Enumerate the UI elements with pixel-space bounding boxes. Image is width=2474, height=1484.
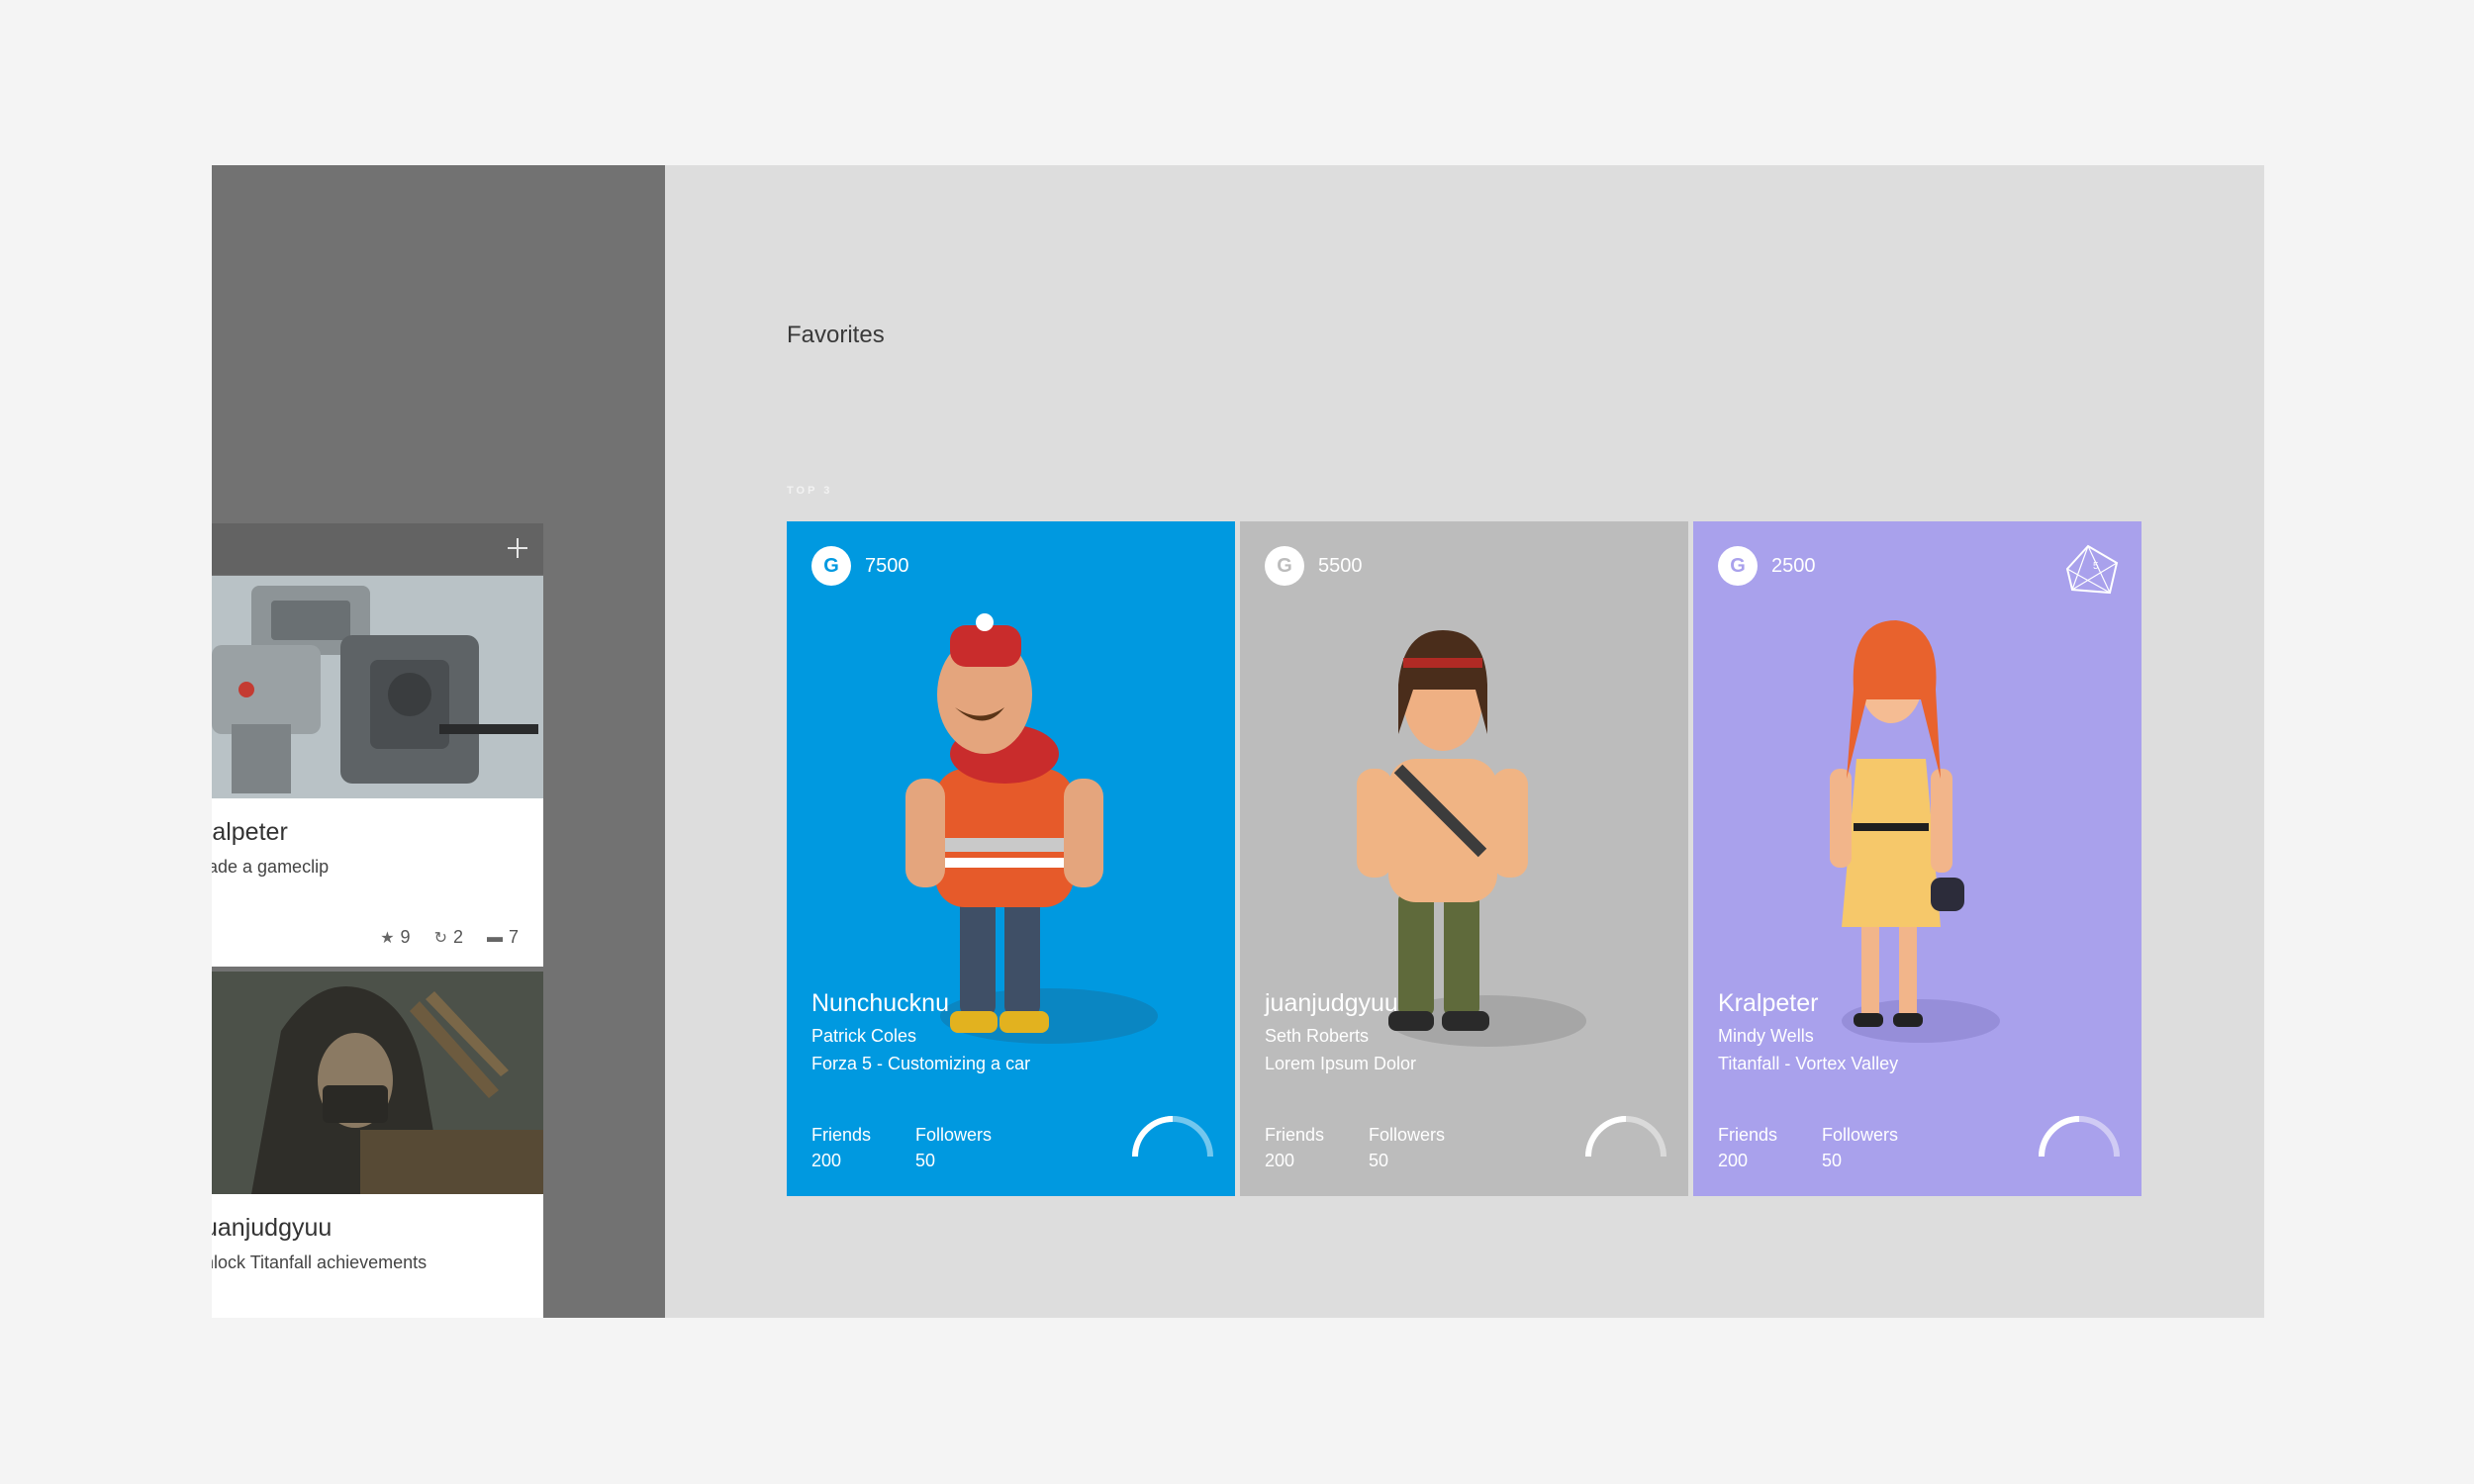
share-stat[interactable]: ↻ 2 xyxy=(434,927,463,948)
real-name: Seth Roberts xyxy=(1265,1026,1370,1046)
achievement-thumbnail[interactable] xyxy=(212,972,543,1194)
comment-stat[interactable]: ▬ 7 xyxy=(487,927,519,948)
followers-count: 50 xyxy=(1369,1151,1389,1170)
feed-header xyxy=(212,523,543,575)
gamertag[interactable]: Kralpeter xyxy=(1718,989,1818,1018)
gamerscore-value: 5500 xyxy=(1318,555,1363,577)
friends-count: 200 xyxy=(1718,1151,1749,1170)
comment-icon: ▬ xyxy=(486,928,503,946)
gamerscore-badge: G xyxy=(1718,546,1758,586)
feed-item-stats: ★ 9 ↻ 2 ▬ 7 xyxy=(380,927,519,948)
gamerscore-badge: G xyxy=(811,546,851,586)
feed-item[interactable]: uanjudgyuu nlock Titanfall achievements xyxy=(212,972,543,1318)
emblem-text: 5 xyxy=(2093,561,2099,572)
progress-arc xyxy=(2039,1116,2120,1158)
friends-label: Friends xyxy=(1718,1125,1778,1145)
followers-label: Followers xyxy=(1369,1125,1446,1145)
gamerscore-value: 7500 xyxy=(865,555,909,577)
gamerscore-badge: G xyxy=(1265,546,1304,586)
friends-label: Friends xyxy=(1265,1125,1325,1145)
like-count: 9 xyxy=(400,927,411,947)
gamertag[interactable]: juanjudgyuu xyxy=(1265,989,1398,1018)
current-activity: Titanfall - Vortex Valley xyxy=(1718,1054,1899,1073)
page-title: Favorites xyxy=(787,322,885,348)
gameclip-thumbnail[interactable] xyxy=(212,576,543,798)
plus-icon[interactable] xyxy=(506,536,529,560)
gamerscore-value: 2500 xyxy=(1771,555,1816,577)
section-label: TOP 3 xyxy=(787,485,833,497)
avatar-figure xyxy=(905,613,1158,1044)
current-activity: Lorem Ipsum Dolor xyxy=(1265,1054,1417,1073)
followers-label: Followers xyxy=(915,1125,993,1145)
favorite-card[interactable]: G 7500 Nunchucknu Patrick Coles Forza 5 … xyxy=(787,521,1235,1196)
feed-item-title[interactable]: uanjudgyuu xyxy=(212,1214,332,1243)
faceted-gem-icon: 5 xyxy=(2065,544,2119,595)
favorite-card[interactable]: G 2500 5 Kralpeter Mindy Wells Titanfall… xyxy=(1693,521,2141,1196)
app-frame: ralpeter lade a gameclip ★ 9 ↻ 2 ▬ 7 uan… xyxy=(212,165,2264,1318)
progress-arc xyxy=(1585,1116,1666,1158)
followers-label: Followers xyxy=(1822,1125,1899,1145)
friends-label: Friends xyxy=(811,1125,872,1145)
gamertag[interactable]: Nunchucknu xyxy=(811,989,949,1018)
share-count: 2 xyxy=(452,927,463,947)
feed-item-subtitle: lade a gameclip xyxy=(212,857,330,877)
favorite-card[interactable]: G 5500 juanjudgyuu Seth Roberts Lorem Ip… xyxy=(1240,521,1688,1196)
avatar-figure xyxy=(1357,630,1586,1047)
followers-count: 50 xyxy=(1822,1151,1843,1170)
activity-panel: ralpeter lade a gameclip ★ 9 ↻ 2 ▬ 7 uan… xyxy=(212,165,665,1318)
avatar-figure xyxy=(1830,620,2000,1043)
progress-arc xyxy=(1132,1116,1213,1158)
like-stat[interactable]: ★ 9 xyxy=(380,927,410,948)
feed-item[interactable]: ralpeter lade a gameclip ★ 9 ↻ 2 ▬ 7 xyxy=(212,576,543,967)
feed-item-subtitle: nlock Titanfall achievements xyxy=(212,1252,428,1272)
comment-count: 7 xyxy=(508,927,519,947)
hooded-warrior-illustration xyxy=(212,972,543,1194)
mech-illustration xyxy=(212,576,543,798)
feed-item-title[interactable]: ralpeter xyxy=(212,818,288,847)
followers-count: 50 xyxy=(915,1151,936,1170)
real-name: Mindy Wells xyxy=(1718,1026,1814,1046)
real-name: Patrick Coles xyxy=(811,1026,917,1046)
star-icon: ★ xyxy=(380,929,395,947)
share-icon: ↻ xyxy=(433,929,447,947)
current-activity: Forza 5 - Customizing a car xyxy=(811,1054,1031,1073)
activity-feed: ralpeter lade a gameclip ★ 9 ↻ 2 ▬ 7 uan… xyxy=(212,523,543,1318)
friends-count: 200 xyxy=(1265,1151,1295,1170)
friends-count: 200 xyxy=(811,1151,842,1170)
